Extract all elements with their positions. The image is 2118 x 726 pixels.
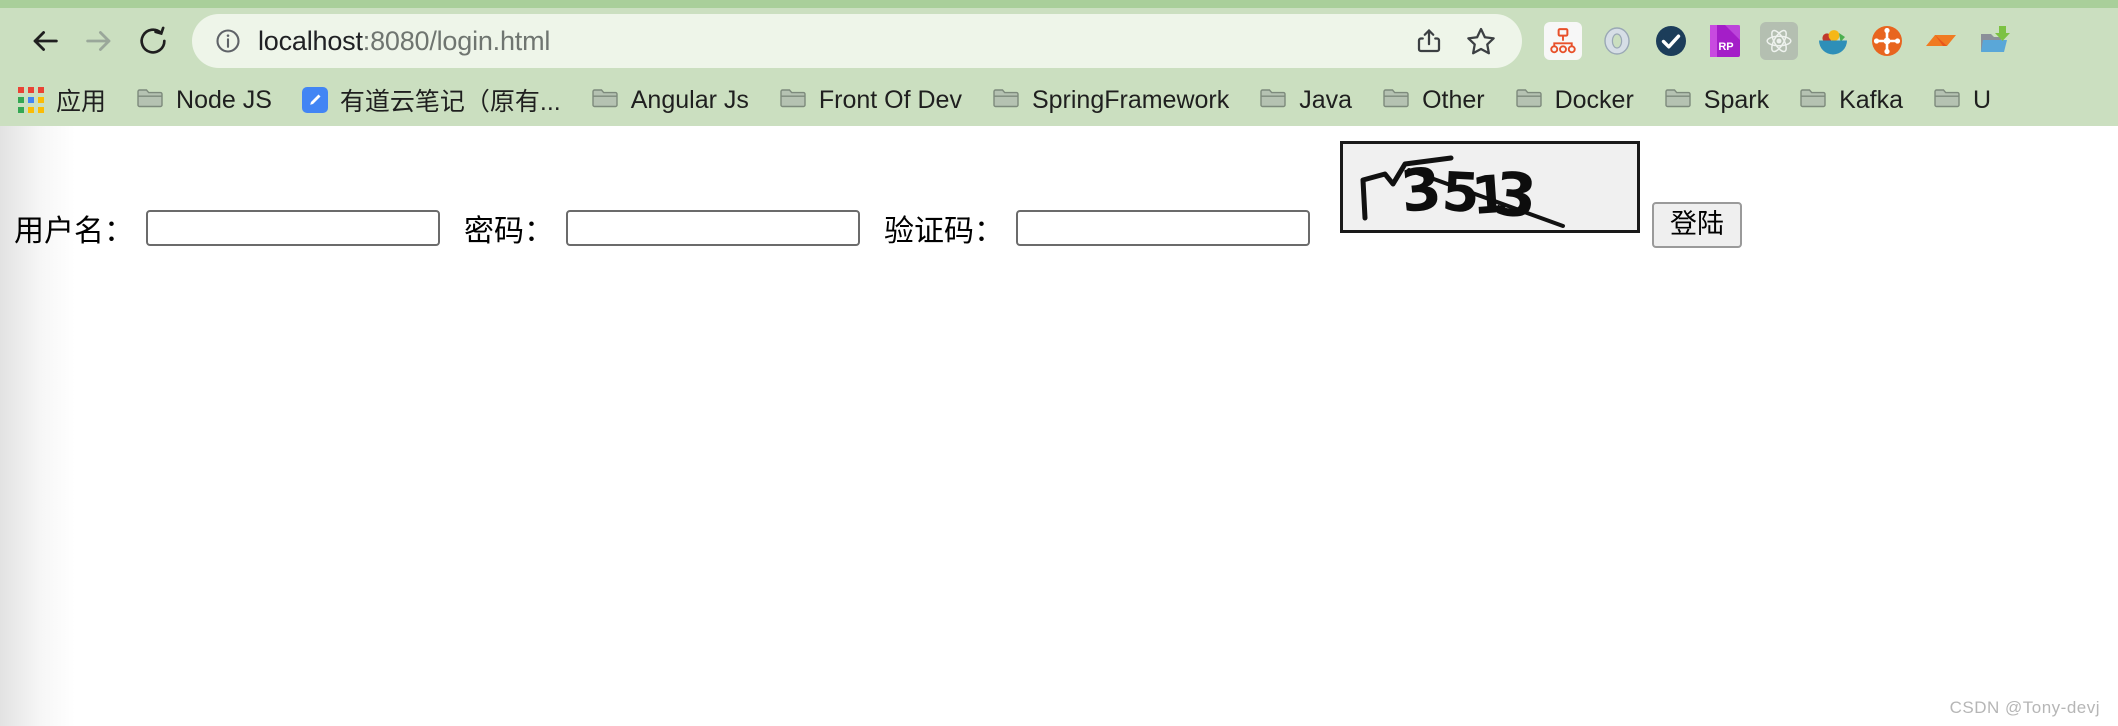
bookmark-label: Node JS — [176, 85, 272, 114]
password-input[interactable] — [566, 210, 860, 246]
login-form: 用户名： 密码： 验证码： — [0, 206, 1340, 250]
bookmark-kafka[interactable]: Kafka — [1799, 86, 1903, 115]
info-circle-icon[interactable] — [214, 27, 242, 55]
browser-toolbar: localhost:8080/login.html RP — [0, 8, 2118, 74]
forward-arrow-icon — [86, 31, 111, 51]
star-icon[interactable] — [1458, 18, 1504, 64]
username-label: 用户名： — [14, 214, 134, 249]
checkmark-extension-icon[interactable] — [1652, 22, 1690, 60]
folder-icon — [779, 86, 807, 115]
url-path: :8080/login.html — [362, 25, 551, 56]
folder-icon — [591, 86, 619, 115]
captcha-label: 验证码： — [884, 214, 1004, 249]
captcha-digit-3: 3 — [1397, 154, 1444, 226]
address-bar-url: localhost:8080/login.html — [258, 26, 1400, 57]
react-devtools-extension-icon[interactable] — [1760, 22, 1798, 60]
bookmark-label: Front Of Dev — [818, 85, 962, 114]
bookmark-docker[interactable]: Docker — [1515, 86, 1634, 115]
bookmark-apps[interactable]: 应用 — [18, 82, 106, 118]
extensions-bar: RP — [1544, 22, 2014, 60]
orange-fold-extension-icon[interactable] — [1922, 22, 1960, 60]
back-arrow-icon — [33, 31, 58, 51]
sitemap-extension-icon[interactable] — [1544, 22, 1582, 60]
fruit-bowl-extension-icon[interactable] — [1814, 22, 1852, 60]
apps-grid-icon — [18, 87, 44, 113]
bookmark-label: Angular Js — [630, 85, 749, 114]
captcha-digit-3b: 3 — [1492, 159, 1540, 230]
bookmark-node-js[interactable]: Node JS — [136, 86, 272, 115]
username-input[interactable] — [146, 210, 440, 246]
bookmark-label: 有道云笔记（原有... — [339, 88, 561, 116]
bookmark-label: Kafka — [1839, 85, 1904, 114]
bookmark-label: Other — [1422, 85, 1485, 114]
orange-node-extension-icon[interactable] — [1868, 22, 1906, 60]
folder-icon — [136, 86, 164, 115]
svg-text:RP: RP — [1718, 41, 1733, 53]
bookmarks-bar: 应用 Node JS 有道云笔记（原有... Angular Js Front … — [0, 74, 2118, 126]
bookmark-angular-js[interactable]: Angular Js — [591, 86, 749, 115]
folder-icon — [992, 86, 1020, 115]
folder-icon — [1664, 86, 1692, 115]
page-content: 用户名： 密码： 验证码： 3 5 1 3 登陆 CSDN @Tony-devj — [0, 126, 2118, 726]
bookmark-label: U — [1973, 85, 1992, 114]
download-folder-extension-icon[interactable] — [1976, 22, 2014, 60]
url-host: localhost — [258, 25, 363, 56]
bookmark-springframework[interactable]: SpringFramework — [992, 86, 1229, 115]
captcha-image[interactable]: 3 5 1 3 — [1340, 141, 1640, 233]
tab-strip — [0, 0, 2118, 8]
reload-button[interactable] — [126, 14, 180, 68]
folder-icon — [1933, 86, 1961, 115]
bookmark-label: Java — [1299, 85, 1353, 114]
folder-icon — [1799, 86, 1827, 115]
bookmark-label: Spark — [1703, 85, 1770, 114]
password-label: 密码： — [464, 214, 554, 249]
axure-rp-extension-icon[interactable]: RP — [1706, 22, 1744, 60]
ring-extension-icon[interactable] — [1598, 22, 1636, 60]
login-button[interactable]: 登陆 — [1652, 202, 1742, 248]
captcha-input[interactable] — [1016, 210, 1310, 246]
bookmark-java[interactable]: Java — [1259, 86, 1352, 115]
bookmark-label: Docker — [1554, 85, 1634, 114]
bookmark-label: SpringFramework — [1031, 85, 1230, 114]
address-bar[interactable]: localhost:8080/login.html — [192, 14, 1522, 68]
bookmark-other[interactable]: Other — [1382, 86, 1485, 115]
bookmark-front-of-dev[interactable]: Front Of Dev — [779, 86, 962, 115]
captcha-image-svg: 3 5 1 3 — [1343, 144, 1637, 230]
browser-window: localhost:8080/login.html RP 应用 Node JS … — [0, 0, 2118, 726]
bookmark-label: 应用 — [56, 88, 107, 116]
folder-icon — [1382, 86, 1410, 115]
bookmark-spark[interactable]: Spark — [1664, 86, 1769, 115]
watermark: CSDN @Tony-devj — [1949, 698, 2100, 717]
bookmark-u[interactable]: U — [1933, 86, 1991, 115]
bookmark-youdao-note[interactable]: 有道云笔记（原有... — [301, 82, 561, 118]
youdao-note-icon — [301, 87, 328, 113]
reload-icon — [140, 26, 166, 54]
forward-button[interactable] — [72, 14, 126, 68]
share-icon[interactable] — [1406, 18, 1452, 64]
folder-icon — [1259, 86, 1287, 115]
folder-icon — [1515, 86, 1543, 115]
back-button[interactable] — [18, 14, 72, 68]
